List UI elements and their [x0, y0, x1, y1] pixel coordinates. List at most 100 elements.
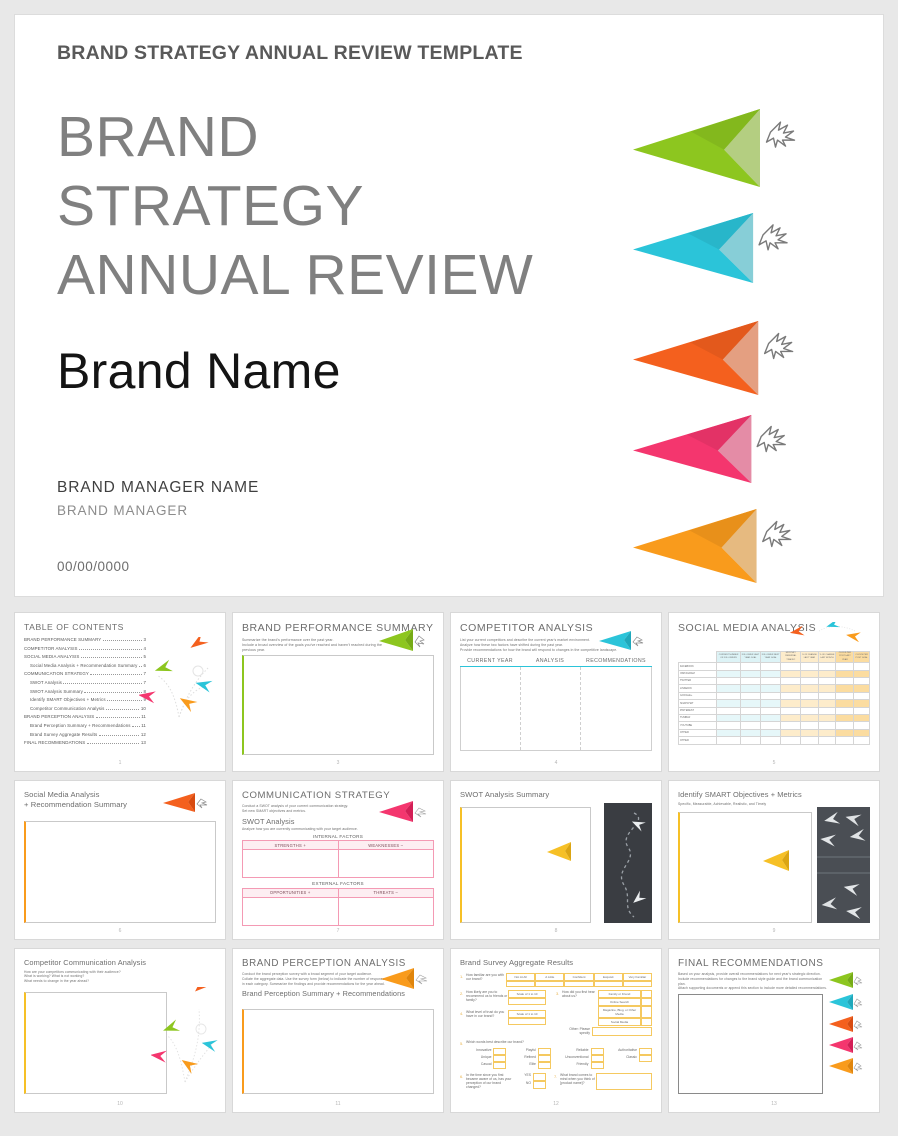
- cell[interactable]: [853, 691, 870, 701]
- cell[interactable]: [780, 676, 802, 686]
- cell[interactable]: [817, 699, 837, 708]
- content-placeholder-box[interactable]: [460, 807, 591, 923]
- table-row[interactable]: YOUTUBE: [677, 721, 870, 730]
- cell[interactable]: [739, 713, 762, 723]
- cell[interactable]: [716, 669, 741, 679]
- cell[interactable]: [817, 706, 837, 715]
- thumb-brand-perception-analysis[interactable]: BRAND PERCEPTION ANALYSIS Conduct the br…: [232, 948, 444, 1113]
- survey-question-2[interactable]: 2. How likely are you to recommend us to…: [460, 989, 556, 1005]
- answer-cell[interactable]: [622, 980, 653, 987]
- answer-cell[interactable]: [506, 980, 536, 987]
- survey-question-5[interactable]: 5. Which words best describe our brand? …: [460, 1040, 653, 1069]
- cell[interactable]: [817, 662, 837, 671]
- table-row[interactable]: LINKEDIN: [677, 684, 870, 693]
- answer-cell[interactable]: [493, 1054, 507, 1062]
- toc-entry[interactable]: Identify SMART Objectives + Metrics 9: [24, 697, 146, 702]
- survey-question-6[interactable]: 6. In the time since you first became aw…: [460, 1072, 554, 1093]
- cell[interactable]: [800, 684, 819, 693]
- swot-external-grid[interactable]: OPPORTUNITIES + THREATS –: [242, 887, 434, 926]
- answer-cell-other[interactable]: [592, 1026, 652, 1036]
- cell[interactable]: [760, 728, 782, 738]
- content-placeholder-box[interactable]: [678, 994, 823, 1094]
- table-row[interactable]: OTHER: [677, 728, 870, 738]
- answer-cell[interactable]: [590, 1047, 604, 1055]
- answer-cell[interactable]: [508, 997, 546, 1005]
- swot-threats-body[interactable]: [339, 898, 434, 925]
- cell[interactable]: [853, 676, 870, 686]
- thumb-table-of-contents[interactable]: TABLE OF CONTENTS BRAND PERFORMANCE SUMM…: [14, 612, 226, 772]
- cell[interactable]: [739, 691, 762, 701]
- competitor-cell-current-year[interactable]: [461, 667, 521, 750]
- cell[interactable]: [780, 691, 802, 701]
- cell[interactable]: [716, 684, 741, 693]
- answer-cell[interactable]: [508, 1017, 546, 1025]
- swot-strengths-body[interactable]: [243, 850, 338, 877]
- table-row[interactable]: FACEBOOK: [677, 662, 870, 671]
- cell[interactable]: [780, 684, 802, 693]
- cell[interactable]: [835, 676, 855, 686]
- answer-cell[interactable]: [639, 1054, 653, 1062]
- cell[interactable]: [780, 699, 802, 708]
- thumb-brand-survey-aggregate-results[interactable]: Brand Survey Aggregate Results 1. How fa…: [450, 948, 662, 1113]
- answer-cell[interactable]: [533, 1080, 546, 1089]
- answer-cell[interactable]: [641, 989, 652, 998]
- cell[interactable]: [780, 728, 802, 738]
- cell[interactable]: [760, 713, 782, 723]
- table-row[interactable]: SNAPCHAT: [677, 699, 870, 708]
- cell[interactable]: [760, 736, 782, 745]
- cell[interactable]: [835, 684, 855, 693]
- answer-cell[interactable]: [590, 1061, 604, 1069]
- cell[interactable]: [800, 662, 819, 671]
- cell[interactable]: [716, 721, 741, 730]
- answer-cell[interactable]: [535, 980, 565, 987]
- toc-entry[interactable]: BRAND PERCEPTION ANALYSIS 11: [24, 714, 146, 719]
- cell[interactable]: [716, 736, 741, 745]
- cell[interactable]: [817, 684, 837, 693]
- thumb-competitor-communication-analysis[interactable]: Competitor Communication Analysis How ar…: [14, 948, 226, 1113]
- cell[interactable]: [835, 706, 855, 715]
- cell[interactable]: [780, 713, 802, 723]
- social-media-table[interactable]: CURRENT NUMBER OF FOLLOWERS FOLLOWER LAS…: [677, 650, 870, 745]
- cell[interactable]: [817, 669, 837, 679]
- cell[interactable]: [817, 713, 837, 723]
- thumb-social-media-recommendation-summary[interactable]: Social Media Analysis + Recommendation S…: [14, 780, 226, 940]
- cell[interactable]: [835, 721, 855, 730]
- survey-question-7[interactable]: 7. What brand comes to mind when you thi…: [554, 1072, 652, 1093]
- answer-cell[interactable]: [590, 1054, 604, 1062]
- answer-cell[interactable]: [537, 1047, 551, 1055]
- swot-weaknesses[interactable]: WEAKNESSES –: [337, 841, 433, 878]
- thumb-competitor-analysis[interactable]: COMPETITOR ANALYSIS List your current co…: [450, 612, 662, 772]
- cell[interactable]: [739, 721, 762, 730]
- cell[interactable]: [760, 721, 782, 730]
- cell[interactable]: [716, 676, 741, 686]
- cell[interactable]: [853, 713, 870, 723]
- table-row[interactable]: PINTEREST: [677, 706, 870, 715]
- survey-question-1[interactable]: 1. How familiar are you with our brand? …: [460, 972, 653, 987]
- swot-opportunities-body[interactable]: [243, 898, 338, 925]
- table-row[interactable]: GOOGLE+: [677, 691, 870, 701]
- answer-cell[interactable]: [533, 1072, 546, 1081]
- cell[interactable]: [716, 699, 741, 708]
- cell[interactable]: [739, 706, 762, 715]
- survey-question-4[interactable]: 4. What level of trust do you have in ou…: [460, 1009, 556, 1025]
- cell[interactable]: [716, 713, 741, 723]
- cell[interactable]: [800, 706, 819, 715]
- cell[interactable]: [817, 721, 837, 730]
- toc-entry[interactable]: SWOT Analysis Summary 8: [24, 689, 146, 694]
- answer-cell[interactable]: [639, 1047, 653, 1055]
- swot-internal-grid[interactable]: STRENGTHS + WEAKNESSES –: [242, 840, 434, 879]
- cell[interactable]: [739, 736, 762, 745]
- toc-entry[interactable]: Social Media Analysis + Recommendation S…: [24, 663, 146, 668]
- answer-cell[interactable]: [596, 1072, 652, 1090]
- swot-threats[interactable]: THREATS –: [337, 888, 434, 925]
- thumb-smart-objectives[interactable]: Identify SMART Objectives + Metrics Spec…: [668, 780, 880, 940]
- cell[interactable]: [853, 699, 870, 708]
- content-placeholder-box[interactable]: [242, 655, 434, 755]
- cell[interactable]: [716, 662, 741, 671]
- cell[interactable]: [817, 736, 837, 745]
- cell[interactable]: [760, 699, 782, 708]
- cell[interactable]: [835, 669, 855, 679]
- toc-entry[interactable]: Brand Perception Summary + Recommendatio…: [24, 723, 146, 728]
- thumb-final-recommendations[interactable]: FINAL RECOMMENDATIONS Based on your anal…: [668, 948, 880, 1113]
- cell[interactable]: [800, 736, 819, 745]
